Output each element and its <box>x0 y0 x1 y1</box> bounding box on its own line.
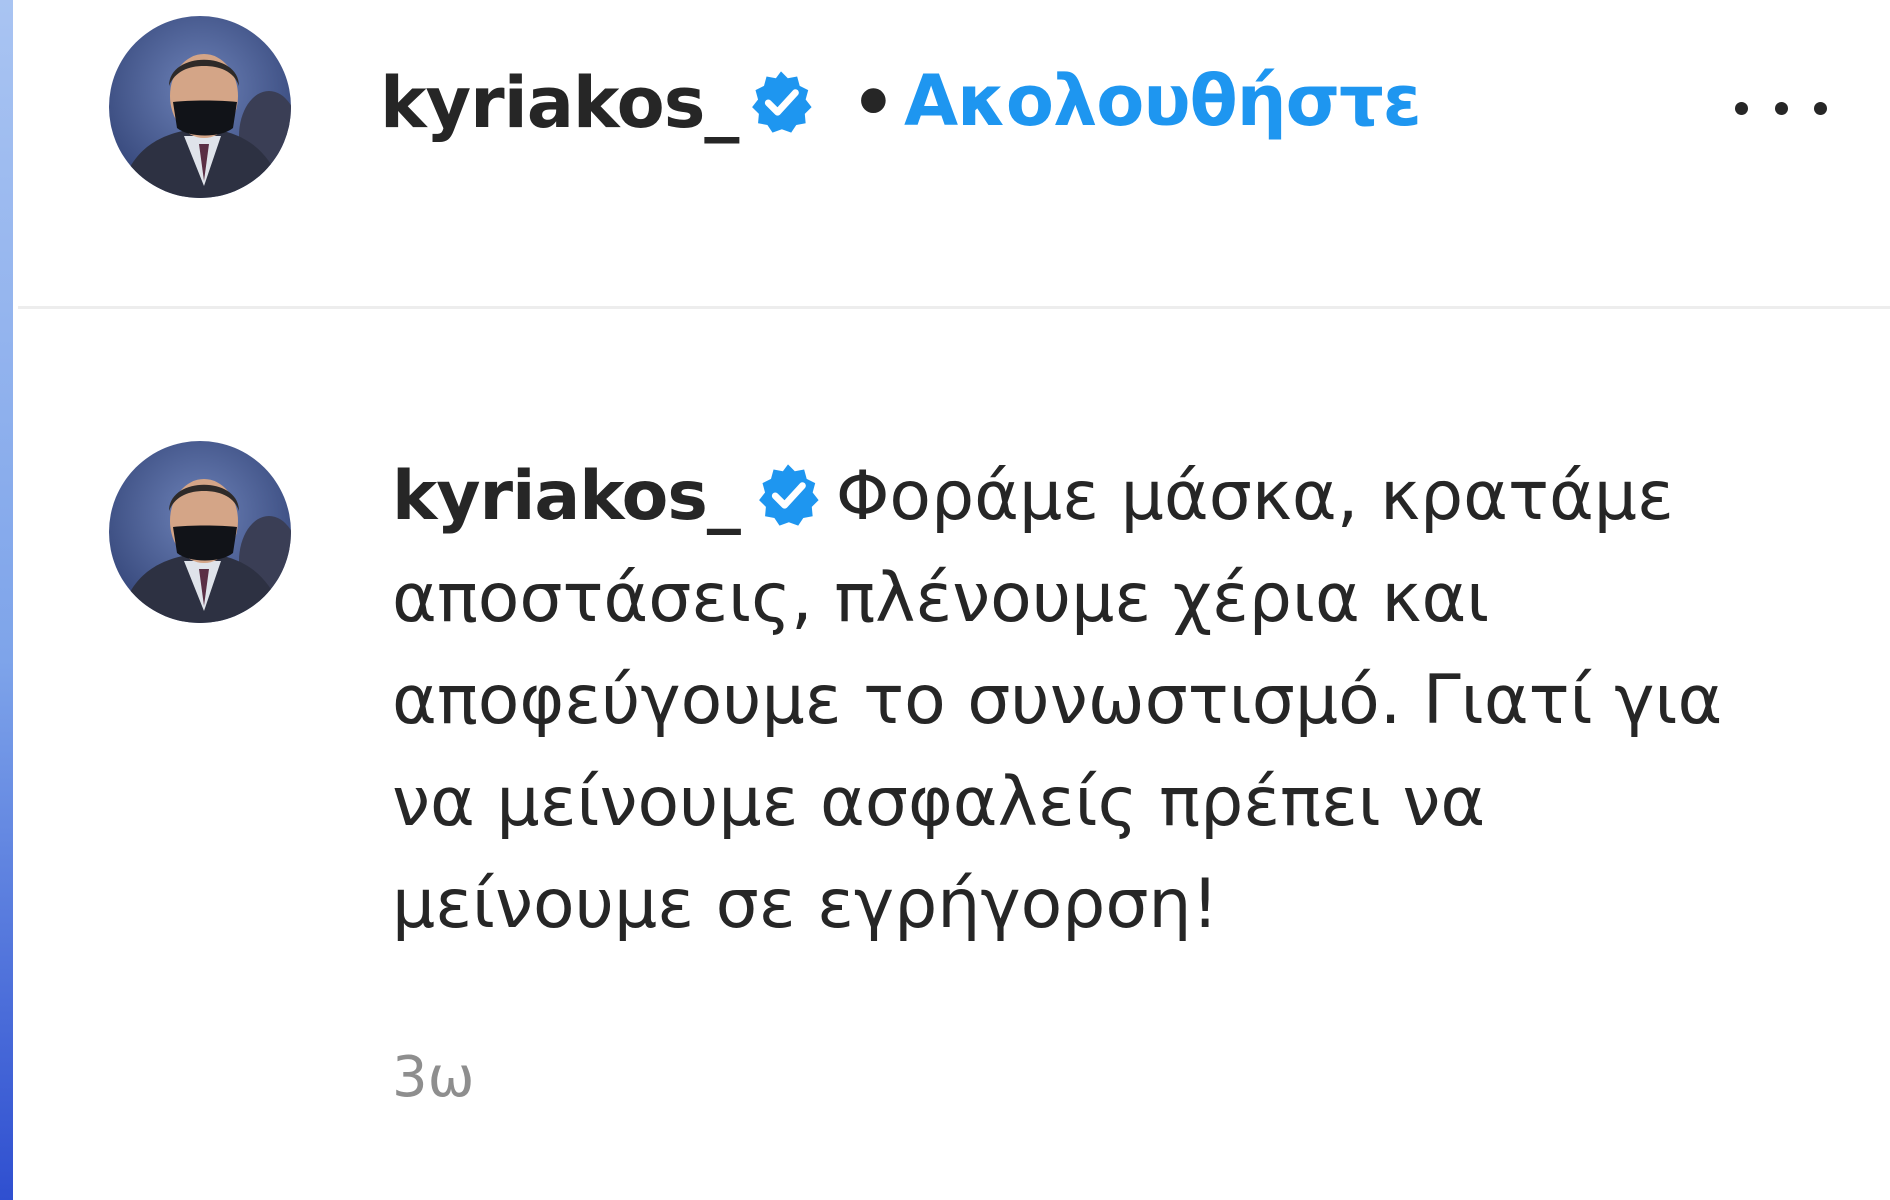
header-divider <box>18 306 1890 309</box>
verified-badge-icon <box>747 68 815 136</box>
window-left-edge <box>0 0 13 1200</box>
comment-timestamp[interactable]: 3ω <box>392 1042 475 1114</box>
comment-avatar[interactable] <box>109 441 291 623</box>
post-header: kyriakos_ • Ακολουθήστε <box>13 0 1890 309</box>
comment-author-name[interactable]: kyriakos_ <box>392 457 741 536</box>
separator-dot: • <box>851 62 896 144</box>
follow-button[interactable]: Ακολουθήστε <box>904 56 1422 146</box>
post-window: kyriakos_ • Ακολουθήστε kyriakos_ Φοράμε… <box>0 0 1890 1200</box>
post-author-name[interactable]: kyriakos_ <box>380 58 739 148</box>
comment-body: kyriakos_ Φοράμε μάσκα, κρατάμε αποστάσει… <box>392 446 1752 956</box>
more-options-icon[interactable] <box>1735 86 1827 130</box>
verified-badge-icon <box>754 461 822 529</box>
avatar[interactable] <box>109 16 291 198</box>
